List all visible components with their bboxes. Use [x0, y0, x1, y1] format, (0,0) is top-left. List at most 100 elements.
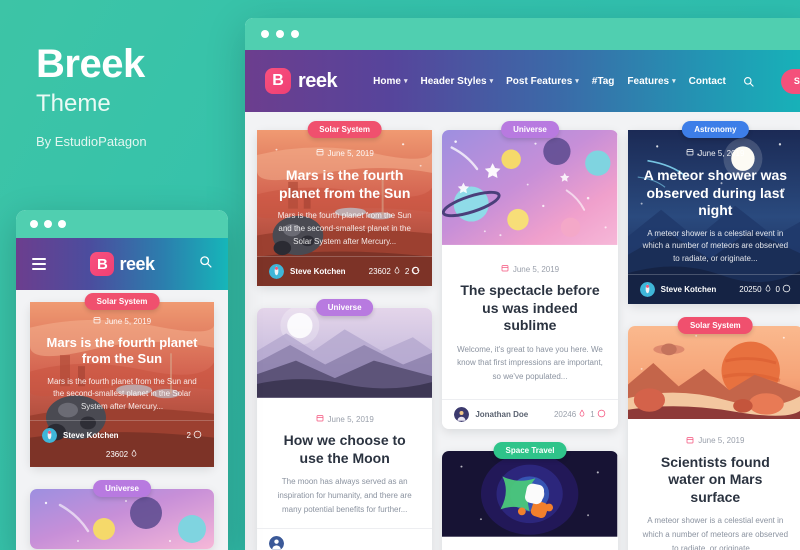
- nav-label: #Tag: [591, 75, 615, 87]
- post-date: June 5, 2019: [271, 148, 418, 158]
- chevron-down-icon: ▾: [489, 78, 494, 85]
- calendar-icon: [93, 316, 101, 326]
- post-date: June 5, 2019: [642, 148, 789, 158]
- window-maximize-dot[interactable]: [291, 30, 299, 38]
- subscribe-button[interactable]: Subscribe: [780, 68, 800, 94]
- avatar[interactable]: [454, 407, 470, 423]
- views-metric: 23602: [42, 449, 202, 460]
- avatar[interactable]: [269, 264, 284, 280]
- post-excerpt: Mars is the fourth planet from the Sun a…: [47, 376, 197, 412]
- category-badge[interactable]: Solar System: [307, 121, 383, 138]
- post-date-text: June 5, 2019: [327, 414, 374, 424]
- promo-byline: By EstudioPatagon: [36, 134, 147, 149]
- window-close-dot[interactable]: [30, 220, 38, 228]
- category-badge[interactable]: Universe: [315, 299, 374, 317]
- promo-subtitle: Theme: [36, 90, 111, 117]
- nav-item-tag[interactable]: #Tag: [592, 76, 615, 87]
- moon-illustration: [257, 308, 433, 400]
- post-card-meteor[interactable]: Astronomy June 5, 2019 A meteor shower w…: [627, 121, 800, 304]
- mobile-post-card-universe[interactable]: Universe: [30, 479, 214, 549]
- post-excerpt: A meteor shower is a celestial event in …: [642, 516, 789, 550]
- nav-item-contact[interactable]: Contact: [689, 76, 726, 87]
- post-content: June 5, 2019 A meteor shower was observe…: [628, 130, 800, 274]
- avatar[interactable]: [639, 281, 655, 297]
- window-maximize-dot[interactable]: [58, 220, 66, 228]
- post-author[interactable]: Steve Kotchen: [63, 431, 119, 440]
- comment-icon: [411, 266, 420, 277]
- subscribe-label: Subscribe: [793, 76, 800, 86]
- calendar-icon: [316, 148, 324, 158]
- post-date-text: June 5, 2019: [327, 148, 374, 158]
- views-metric: 20250: [739, 284, 771, 295]
- search-icon[interactable]: [743, 76, 754, 87]
- post-title[interactable]: Scientists found water on Mars surface: [642, 454, 789, 507]
- space-travel-illustration: [442, 451, 618, 539]
- category-badge[interactable]: Solar System: [677, 316, 753, 334]
- calendar-icon: [501, 264, 509, 274]
- comments-metric: 1: [590, 409, 605, 420]
- category-badge[interactable]: Astronomy: [682, 121, 749, 138]
- post-author[interactable]: Steve Kotchen: [661, 285, 717, 294]
- browser-titlebar: [245, 18, 800, 50]
- post-card-moon[interactable]: Universe June 5, 2019 How we choose to u…: [257, 299, 433, 550]
- window-minimize-dot[interactable]: [276, 30, 284, 38]
- search-icon[interactable]: [199, 255, 212, 273]
- post-metrics: 20246 1: [554, 409, 606, 420]
- post-footer: [257, 528, 433, 550]
- hamburger-menu-icon[interactable]: [32, 258, 46, 270]
- logo-text: reek: [298, 69, 338, 92]
- flame-icon: [578, 409, 586, 420]
- category-badge[interactable]: Solar System: [84, 293, 160, 310]
- calendar-icon: [316, 414, 324, 424]
- avatar[interactable]: [42, 427, 57, 443]
- nav-item-features[interactable]: Features ▾: [627, 76, 675, 87]
- mobile-post-list: Solar System June 5, 2019 Mars is the fo…: [16, 290, 228, 549]
- comments-metric: 0: [776, 284, 791, 295]
- grid-column-2: Universe June 5, 2019 The spectacle befo…: [442, 121, 618, 550]
- post-title[interactable]: How we choose to use the Moon: [271, 432, 418, 467]
- comments-count: 1: [590, 410, 595, 420]
- category-badge[interactable]: Universe: [93, 479, 151, 497]
- nav-label: Home: [373, 75, 401, 87]
- nav-item-header-styles[interactable]: Header Styles ▾: [420, 76, 493, 87]
- views-count: 20250: [739, 284, 762, 294]
- post-card-mars[interactable]: Solar System June 5, 2019 Mars is the fo…: [257, 121, 433, 287]
- post-excerpt: Mars is the fourth planet from the Sun a…: [277, 211, 412, 246]
- comments-count: 2: [186, 430, 191, 440]
- site-header: B reek Home ▾ Header Styles ▾ Post Featu…: [245, 50, 800, 112]
- grid-column-3: Astronomy June 5, 2019 A meteor shower w…: [627, 121, 800, 550]
- avatar[interactable]: [269, 536, 284, 550]
- window-close-dot[interactable]: [261, 30, 269, 38]
- universe-illustration: [442, 130, 618, 248]
- mobile-site-logo[interactable]: B reek: [90, 252, 155, 276]
- post-content: June 5, 2019 What moon craters can tell: [442, 539, 618, 550]
- post-footer: Steve Kotchen 23602 2: [257, 256, 433, 286]
- nav-item-post-features[interactable]: Post Features ▾: [506, 76, 579, 87]
- window-minimize-dot[interactable]: [44, 220, 52, 228]
- views-metric: 20246: [554, 409, 586, 420]
- post-title[interactable]: The spectacle before us was indeed subli…: [456, 282, 603, 335]
- post-card-craters[interactable]: Space Travel: [442, 442, 618, 550]
- comments-count: 0: [775, 284, 780, 294]
- nav-label: Features: [627, 75, 670, 87]
- post-author[interactable]: Jonathan Doe: [475, 410, 528, 419]
- nav-item-home[interactable]: Home ▾: [373, 76, 407, 87]
- post-date: June 5, 2019: [42, 316, 202, 326]
- flame-icon: [130, 449, 138, 460]
- post-content: June 5, 2019 How we choose to use the Mo…: [257, 400, 433, 529]
- post-card-water[interactable]: Solar System June 5, 2019 Scientists fou…: [627, 316, 800, 550]
- post-content: June 5, 2019 Scientists found water on M…: [627, 421, 800, 550]
- post-title[interactable]: Mars is the fourth planet from the Sun: [42, 335, 202, 368]
- category-badge[interactable]: Space Travel: [493, 442, 567, 460]
- comments-metric: 2: [187, 430, 202, 441]
- post-footer: Steve Kotchen 20250 0: [627, 273, 800, 304]
- site-logo[interactable]: B reek: [265, 68, 338, 94]
- mobile-post-card-mars[interactable]: Solar System June 5, 2019 Mars is the fo…: [30, 293, 214, 467]
- post-author[interactable]: Steve Kotchen: [290, 267, 346, 276]
- post-card-spectacle[interactable]: Universe June 5, 2019 The spectacle befo…: [442, 121, 618, 430]
- promo-title: Breek: [36, 42, 145, 86]
- comment-icon: [193, 430, 202, 441]
- post-title[interactable]: A meteor shower was observed during last…: [642, 167, 789, 220]
- post-title[interactable]: Mars is the fourth planet from the Sun: [271, 167, 418, 202]
- category-badge[interactable]: Universe: [501, 121, 559, 138]
